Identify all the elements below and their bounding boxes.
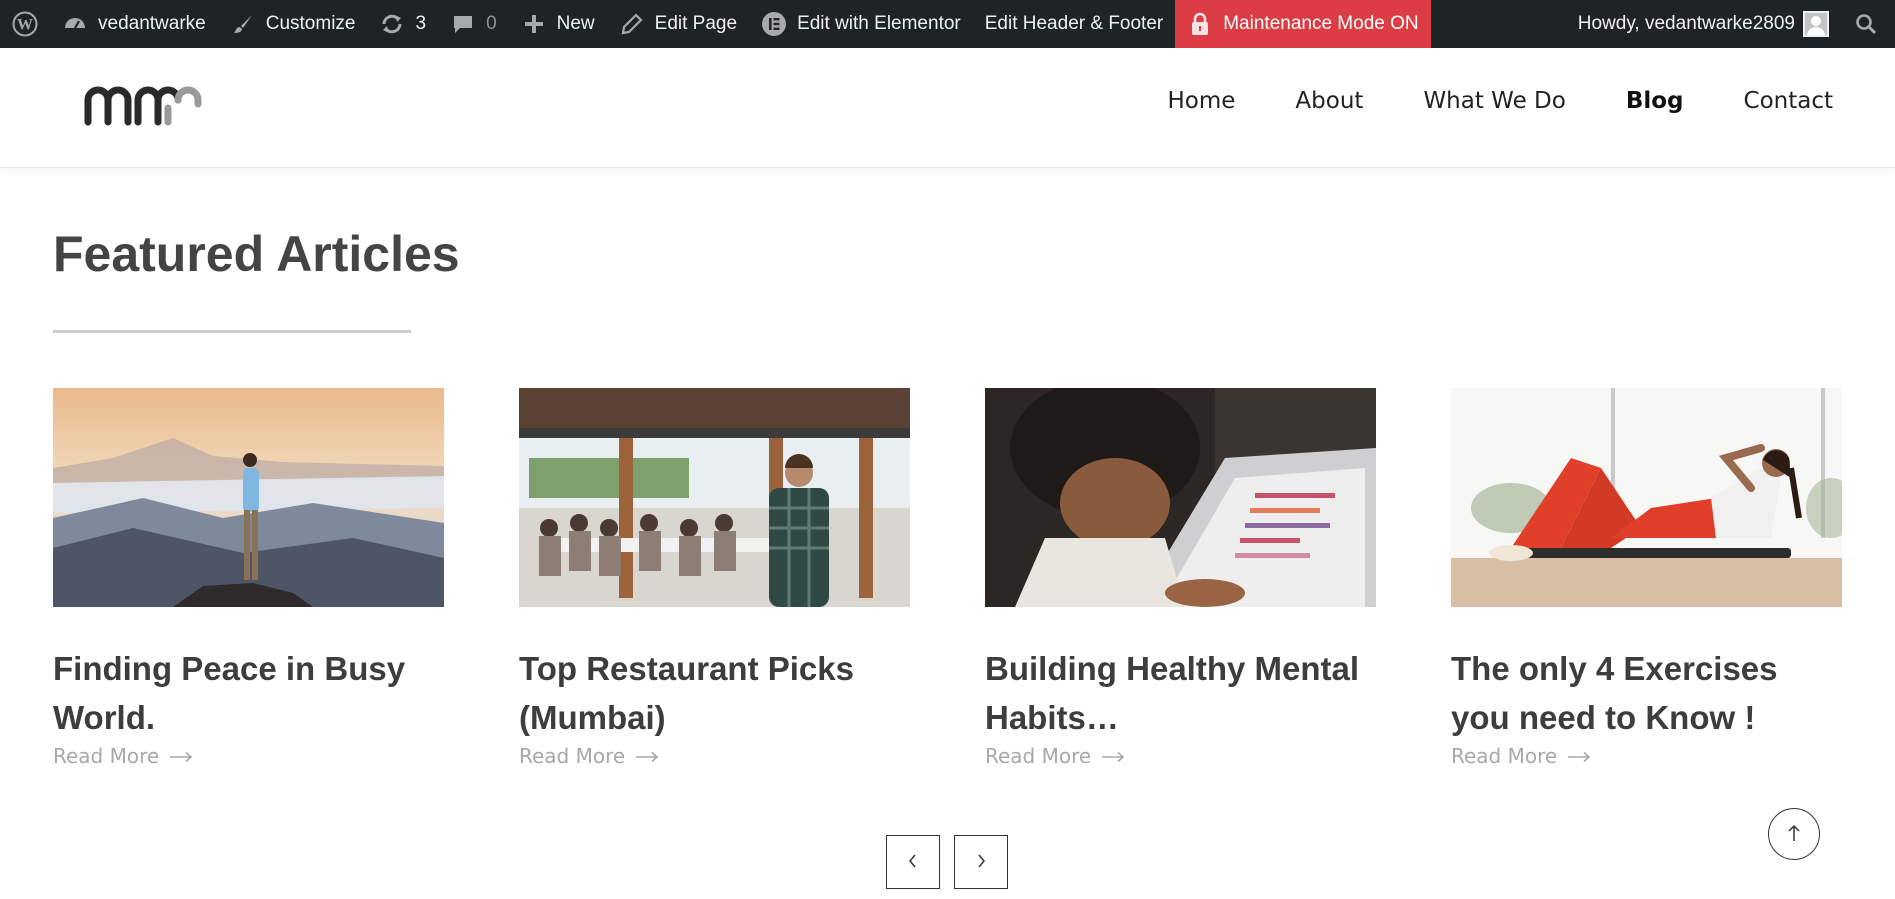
wordpress-icon: W	[12, 11, 38, 37]
nav-what-we-do[interactable]: What We Do	[1423, 88, 1565, 114]
section-title: Featured Articles	[53, 226, 460, 282]
dashboard-icon	[62, 11, 88, 37]
maintenance-mode-toggle[interactable]: Maintenance Mode ON	[1175, 0, 1431, 48]
slider-prev-button[interactable]	[886, 835, 940, 889]
article-title[interactable]: Finding Peace in Busy World.	[53, 644, 444, 742]
avatar	[1803, 11, 1829, 37]
chevron-right-icon	[975, 854, 987, 871]
plus-icon	[521, 11, 547, 37]
customize-label: Customize	[265, 13, 356, 34]
wordpress-logo-menu[interactable]: W	[0, 0, 50, 48]
arrow-right-icon	[635, 744, 659, 768]
chevron-left-icon	[907, 854, 919, 871]
updates-link[interactable]: 3	[367, 0, 438, 48]
article-card: The only 4 Exercises you need to Know ! …	[1451, 388, 1842, 768]
article-image-restaurant[interactable]	[519, 388, 910, 607]
nav-about[interactable]: About	[1295, 88, 1363, 114]
updates-count: 3	[415, 13, 427, 34]
article-image-mountain[interactable]	[53, 388, 444, 607]
scroll-to-top-button[interactable]	[1768, 808, 1820, 860]
article-title[interactable]: Top Restaurant Picks (Mumbai)	[519, 644, 910, 742]
main-navigation: Home About What We Do Blog Contact	[1168, 88, 1834, 114]
admin-search[interactable]	[1841, 0, 1895, 48]
site-name-menu[interactable]: vedantwarke	[50, 0, 218, 48]
site-header: Home About What We Do Blog Contact	[0, 48, 1895, 168]
site-name: vedantwarke	[98, 13, 206, 34]
paintbrush-icon	[230, 11, 256, 37]
nav-home[interactable]: Home	[1168, 88, 1236, 114]
read-more-label: Read More	[985, 744, 1092, 768]
edit-header-footer-link[interactable]: Edit Header & Footer	[973, 0, 1175, 48]
article-card: Building Healthy Mental Habits… Read Mor…	[985, 388, 1376, 768]
search-icon	[1853, 11, 1879, 37]
nav-contact[interactable]: Contact	[1744, 88, 1833, 114]
edit-page-label: Edit Page	[654, 13, 738, 34]
article-image-exercise[interactable]	[1451, 388, 1842, 607]
pencil-icon	[619, 11, 645, 37]
article-card: Top Restaurant Picks (Mumbai) Read More	[519, 388, 910, 768]
read-more-link[interactable]: Read More	[1451, 744, 1842, 768]
article-image-laptop[interactable]	[985, 388, 1376, 607]
read-more-link[interactable]: Read More	[519, 744, 910, 768]
arrow-right-icon	[169, 744, 193, 768]
edit-elementor-link[interactable]: Edit with Elementor	[749, 0, 973, 48]
read-more-label: Read More	[53, 744, 160, 768]
svg-text:W: W	[17, 17, 33, 34]
title-divider	[53, 330, 411, 333]
new-label: New	[556, 13, 595, 34]
read-more-label: Read More	[1451, 744, 1558, 768]
elementor-icon	[761, 11, 787, 37]
comments-link[interactable]: 0	[438, 0, 509, 48]
article-card: Finding Peace in Busy World. Read More	[53, 388, 444, 768]
slider-next-button[interactable]	[954, 835, 1008, 889]
read-more-link[interactable]: Read More	[985, 744, 1376, 768]
edit-header-footer-label: Edit Header & Footer	[984, 13, 1164, 34]
arrow-up-icon	[1787, 824, 1801, 845]
arrow-right-icon	[1101, 744, 1125, 768]
lock-icon	[1187, 11, 1213, 37]
customize-link[interactable]: Customize	[218, 0, 368, 48]
new-content-menu[interactable]: New	[509, 0, 607, 48]
edit-elementor-label: Edit with Elementor	[797, 13, 961, 34]
maintenance-label: Maintenance Mode ON	[1223, 13, 1419, 34]
site-logo[interactable]	[84, 78, 208, 126]
my-account-menu[interactable]: Howdy, vedantwarke2809	[1566, 0, 1841, 48]
howdy-greeting: Howdy, vedantwarke2809	[1577, 13, 1795, 34]
comments-count: 0	[486, 13, 497, 34]
article-title[interactable]: Building Healthy Mental Habits…	[985, 644, 1376, 742]
nav-blog[interactable]: Blog	[1626, 88, 1684, 114]
article-title[interactable]: The only 4 Exercises you need to Know !	[1451, 644, 1842, 742]
refresh-icon	[379, 11, 405, 37]
arrow-right-icon	[1567, 744, 1591, 768]
read-more-label: Read More	[519, 744, 626, 768]
wp-admin-bar: W vedantwarke Customize 3 0 New Edit Pag…	[0, 0, 1895, 48]
read-more-link[interactable]: Read More	[53, 744, 444, 768]
edit-page-link[interactable]: Edit Page	[607, 0, 749, 48]
comment-bubble-icon	[450, 11, 476, 37]
